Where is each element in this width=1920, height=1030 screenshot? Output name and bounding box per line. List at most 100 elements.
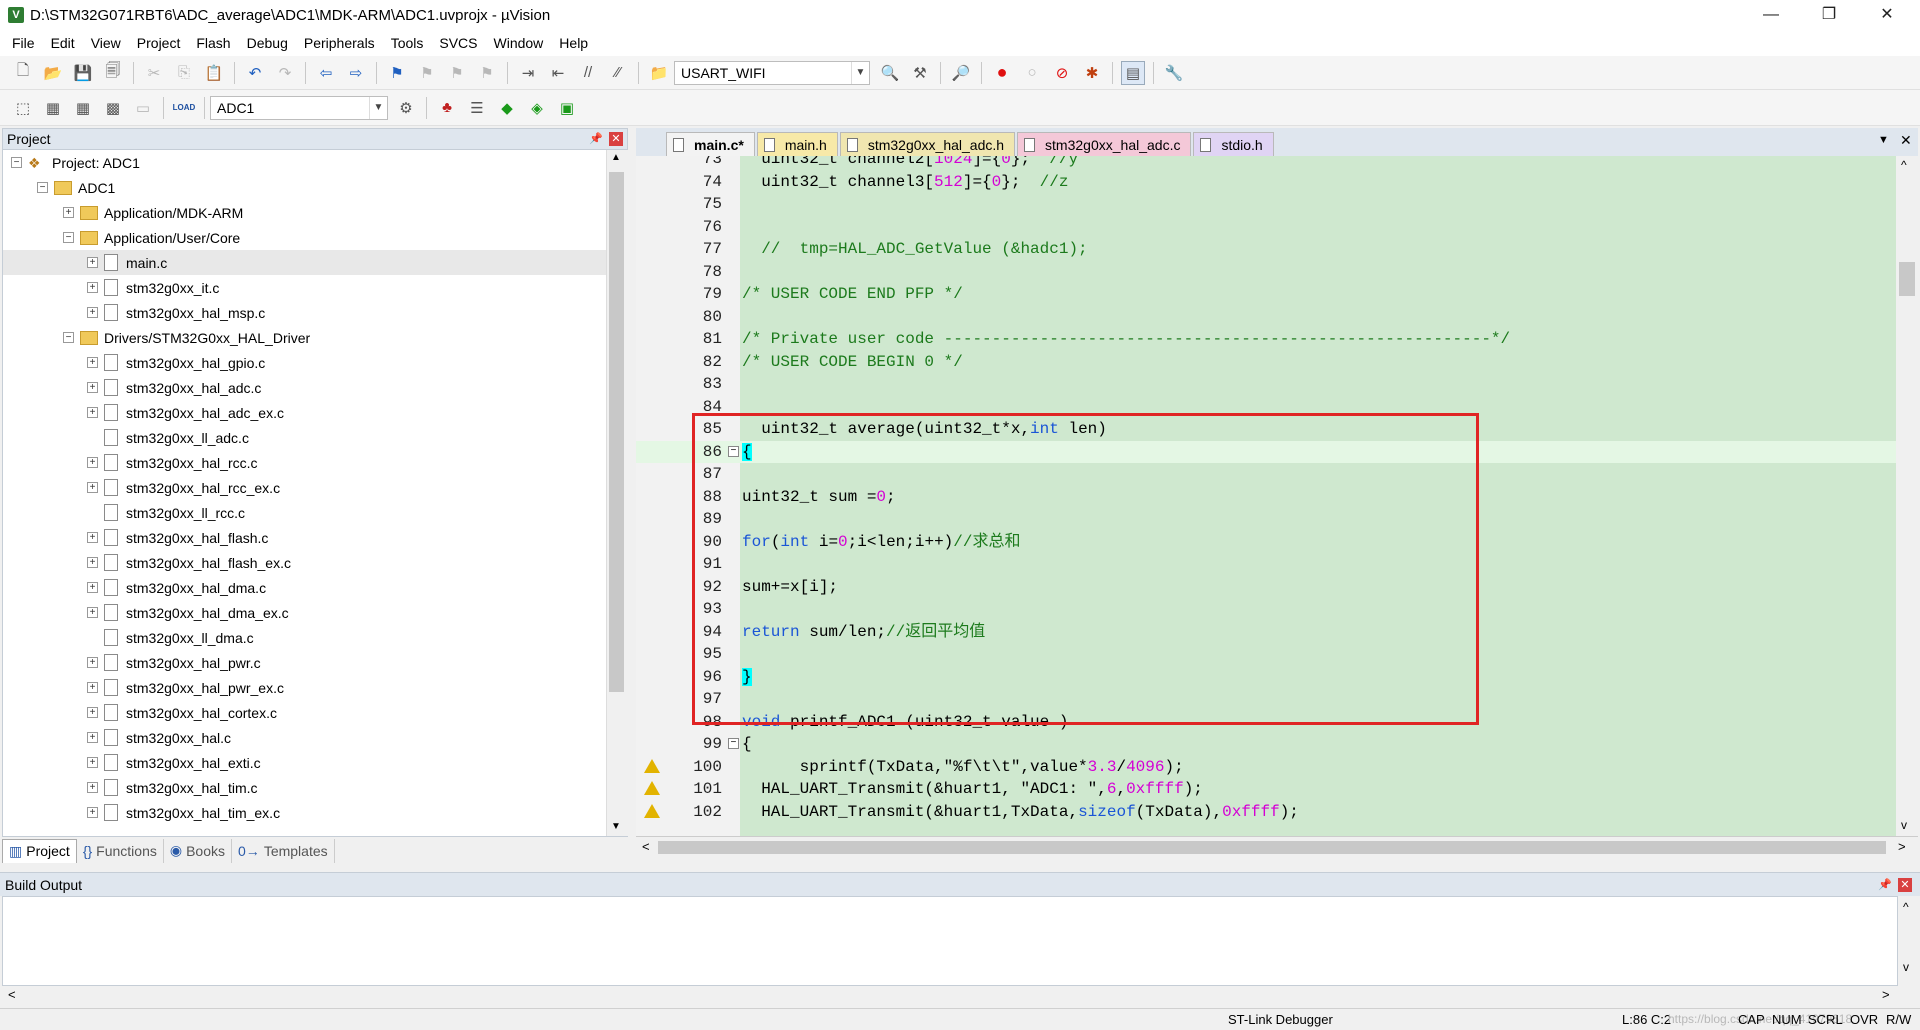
close-panel-icon[interactable]: ✕ xyxy=(1898,878,1912,892)
manage-components-icon[interactable]: ♣ xyxy=(435,96,459,120)
cut-icon[interactable]: ✂ xyxy=(142,61,166,85)
target-options-icon[interactable]: ⚙ xyxy=(394,96,418,120)
bookmark-icon[interactable]: ⚑ xyxy=(385,61,409,85)
menu-help[interactable]: Help xyxy=(551,35,596,51)
panel-tab-templates[interactable]: 0→ Templates xyxy=(232,838,335,863)
tree-file[interactable]: + stm32g0xx_hal_gpio.c xyxy=(3,350,606,375)
kill-breakpoints-icon[interactable]: ✱ xyxy=(1080,61,1104,85)
chevron-down-icon[interactable]: ▼ xyxy=(851,61,869,84)
menu-peripherals[interactable]: Peripherals xyxy=(296,35,383,51)
expand-icon[interactable]: + xyxy=(87,707,98,718)
tree-group[interactable]: + Application/MDK-ARM xyxy=(3,200,606,225)
expand-icon[interactable]: + xyxy=(87,657,98,668)
editor-tab-4[interactable]: stdio.h xyxy=(1193,132,1274,156)
stop-build-icon[interactable]: ▭ xyxy=(131,96,155,120)
code-line[interactable]: 83 xyxy=(636,373,1896,396)
build-icon[interactable]: ▦ xyxy=(41,96,65,120)
scrollbar-thumb[interactable] xyxy=(609,172,624,692)
tree-file[interactable]: + stm32g0xx_hal_flash.c xyxy=(3,525,606,550)
editor-vertical-scrollbar[interactable]: ^ v xyxy=(1896,156,1918,836)
tree-group[interactable]: − Application/User/Core xyxy=(3,225,606,250)
rebuild-icon[interactable]: ▦ xyxy=(71,96,95,120)
tree-file[interactable]: + stm32g0xx_it.c xyxy=(3,275,606,300)
editor-tab-1[interactable]: main.h xyxy=(756,132,838,156)
tree-file[interactable]: + stm32g0xx_hal_flash_ex.c xyxy=(3,550,606,575)
scroll-up-icon[interactable]: ▲ xyxy=(611,152,621,163)
tree-target[interactable]: − ADC1 xyxy=(3,175,606,200)
code-line[interactable]: 73 uint32_t channel2[1024]={0}; //y xyxy=(636,156,1896,171)
build-output-vscrollbar[interactable]: ^ v xyxy=(1898,896,1918,1006)
undo-icon[interactable]: ↶ xyxy=(243,61,267,85)
expand-icon[interactable]: + xyxy=(87,757,98,768)
code-line[interactable]: 81 /* Private user code -----------------… xyxy=(636,328,1896,351)
window-layout-icon[interactable]: ▤ xyxy=(1121,60,1145,85)
tree-file[interactable]: + stm32g0xx_hal_pwr_ex.c xyxy=(3,675,606,700)
find-in-files-icon[interactable]: 📁 xyxy=(647,61,671,85)
tree-file[interactable]: stm32g0xx_ll_rcc.c xyxy=(3,500,606,525)
menu-view[interactable]: View xyxy=(83,35,129,51)
comment-icon[interactable]: // xyxy=(576,61,600,85)
code-line[interactable]: 82 /* USER CODE BEGIN 0 */ xyxy=(636,351,1896,374)
tree-file[interactable]: + stm32g0xx_hal_rcc_ex.c xyxy=(3,475,606,500)
target-combo[interactable]: USART_WIFI ▼ xyxy=(674,60,870,85)
scroll-left-icon[interactable]: < xyxy=(8,987,16,1002)
collapse-icon[interactable]: − xyxy=(63,232,74,243)
tree-file[interactable]: + stm32g0xx_hal_tim.c xyxy=(3,775,606,800)
close-tab-icon[interactable]: ✕ xyxy=(1900,132,1912,149)
runtime-environment-icon[interactable]: ▣ xyxy=(555,96,579,120)
nav-back-icon[interactable]: ⇦ xyxy=(314,61,338,85)
chevron-down-icon[interactable]: ▼ xyxy=(369,96,387,119)
tree-file[interactable]: + stm32g0xx_hal_adc.c xyxy=(3,375,606,400)
disable-all-breakpoints-icon[interactable]: ⊘ xyxy=(1050,61,1074,85)
paste-icon[interactable]: 📋 xyxy=(202,61,226,85)
scroll-up-icon[interactable]: ^ xyxy=(1903,900,1909,914)
translate-icon[interactable]: ⬚ xyxy=(11,96,35,120)
scroll-down-icon[interactable]: v xyxy=(1901,818,1907,832)
tree-file[interactable]: + stm32g0xx_hal_rcc.c xyxy=(3,450,606,475)
menu-svcs[interactable]: SVCS xyxy=(431,35,485,51)
tree-file[interactable]: + stm32g0xx_hal_dma_ex.c xyxy=(3,600,606,625)
next-bookmark-icon[interactable]: ⚑ xyxy=(445,61,469,85)
save-all-icon[interactable]: 🗐 xyxy=(101,61,125,85)
close-button[interactable]: ✕ xyxy=(1858,0,1916,30)
file-extensions-icon[interactable]: ☰ xyxy=(465,96,489,120)
expand-icon[interactable]: + xyxy=(87,357,98,368)
restore-button[interactable]: ❐ xyxy=(1800,0,1858,30)
tree-file[interactable]: + stm32g0xx_hal_cortex.c xyxy=(3,700,606,725)
tree-file[interactable]: + stm32g0xx_hal_adc_ex.c xyxy=(3,400,606,425)
incremental-find-icon[interactable]: ⚒ xyxy=(908,61,932,85)
scrollbar-thumb[interactable] xyxy=(1899,262,1915,296)
indent-icon[interactable]: ⇥ xyxy=(516,61,540,85)
expand-icon[interactable]: + xyxy=(87,457,98,468)
expand-icon[interactable]: + xyxy=(87,382,98,393)
editor-tab-0[interactable]: main.c* xyxy=(666,132,755,156)
scrollbar-thumb[interactable] xyxy=(658,841,1886,854)
scroll-up-icon[interactable]: ^ xyxy=(1901,158,1907,172)
disable-breakpoint-icon[interactable]: ○ xyxy=(1020,61,1044,85)
tree-file[interactable]: stm32g0xx_ll_adc.c xyxy=(3,425,606,450)
tree-file[interactable]: + stm32g0xx_hal_dma.c xyxy=(3,575,606,600)
batch-build-icon[interactable]: ▩ xyxy=(101,96,125,120)
code-line[interactable]: 99−{ xyxy=(636,733,1896,756)
collapse-icon[interactable]: − xyxy=(63,332,74,343)
code-line[interactable]: 100 sprintf(TxData,"%f\t\t",value*3.3/40… xyxy=(636,756,1896,779)
code-line[interactable]: 76 xyxy=(636,216,1896,239)
expand-icon[interactable]: + xyxy=(87,607,98,618)
expand-icon[interactable]: + xyxy=(87,257,98,268)
tab-list-chevron-icon[interactable]: ▼ xyxy=(1878,134,1889,146)
panel-tab-project[interactable]: ▥ Project xyxy=(2,838,77,863)
select-packs-icon[interactable]: ◆ xyxy=(495,96,519,120)
scroll-down-icon[interactable]: ▼ xyxy=(611,821,621,832)
scroll-right-icon[interactable]: > xyxy=(1898,839,1906,854)
debug-session-icon[interactable]: 🔎 xyxy=(949,61,973,85)
expand-icon[interactable]: + xyxy=(87,732,98,743)
expand-icon[interactable]: + xyxy=(87,307,98,318)
expand-icon[interactable]: + xyxy=(87,682,98,693)
code-line[interactable]: 102 HAL_UART_Transmit(&huart1,TxData,siz… xyxy=(636,801,1896,824)
panel-tab-books[interactable]: ◉ Books xyxy=(164,838,233,863)
tree-file[interactable]: + stm32g0xx_hal_pwr.c xyxy=(3,650,606,675)
unindent-icon[interactable]: ⇤ xyxy=(546,61,570,85)
editor-tab-2[interactable]: stm32g0xx_hal_adc.h xyxy=(839,132,1016,156)
collapse-icon[interactable]: − xyxy=(37,182,48,193)
tree-file[interactable]: + main.c xyxy=(3,250,606,275)
